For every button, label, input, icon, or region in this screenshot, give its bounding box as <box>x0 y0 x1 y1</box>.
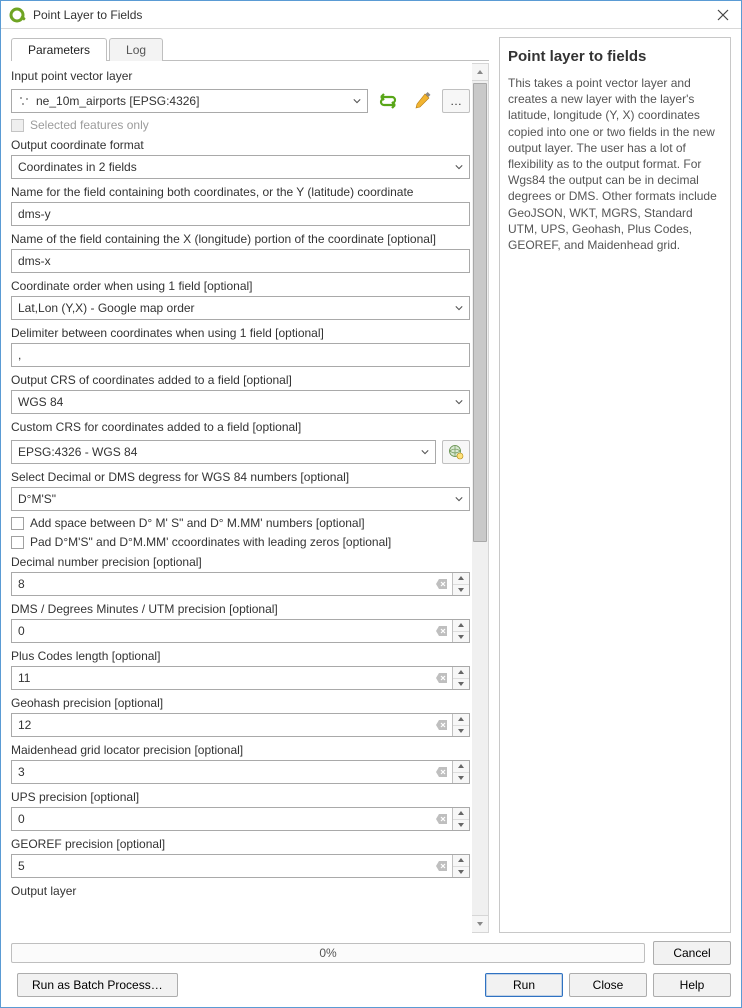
checkbox-icon <box>11 536 24 549</box>
plus-codes-spinbox[interactable]: 11 <box>11 666 470 690</box>
selected-features-checkbox[interactable]: Selected features only <box>11 118 470 132</box>
checkbox-icon <box>11 119 24 132</box>
clear-icon[interactable] <box>432 573 452 595</box>
dms-decimal-combo[interactable]: D°M'S" <box>11 487 470 511</box>
checkbox-icon <box>11 517 24 530</box>
maidenhead-precision-label: Maidenhead grid locator precision [optio… <box>11 743 470 757</box>
cancel-button[interactable]: Cancel <box>653 941 731 965</box>
scroll-track[interactable] <box>472 81 488 915</box>
delimiter-input[interactable]: , <box>11 343 470 367</box>
output-crs-label: Output CRS of coordinates added to a fie… <box>11 373 470 387</box>
pad-zeros-label: Pad D°M'S" and D°M.MM' ccoordinates with… <box>30 535 391 549</box>
iterate-features-button[interactable] <box>374 89 402 113</box>
clear-icon[interactable] <box>432 855 452 877</box>
selected-features-label: Selected features only <box>30 118 149 132</box>
stepper[interactable] <box>452 855 469 877</box>
dms-decimal-label: Select Decimal or DMS degress for WGS 84… <box>11 470 470 484</box>
output-format-label: Output coordinate format <box>11 138 470 152</box>
output-format-combo[interactable]: Coordinates in 2 fields <box>11 155 470 179</box>
coord-order-label: Coordinate order when using 1 field [opt… <box>11 279 470 293</box>
output-layer-label: Output layer <box>11 884 470 898</box>
georef-precision-spinbox[interactable]: 5 <box>11 854 470 878</box>
delimiter-label: Delimiter between coordinates when using… <box>11 326 470 340</box>
stepper[interactable] <box>452 667 469 689</box>
browse-input-button[interactable]: … <box>442 89 470 113</box>
advanced-options-button[interactable] <box>408 89 436 113</box>
progress-bar: 0% <box>11 943 645 963</box>
vertical-scrollbar[interactable] <box>472 63 489 933</box>
scroll-down-icon[interactable] <box>472 915 488 932</box>
clear-icon[interactable] <box>432 667 452 689</box>
input-layer-value: ne_10m_airports [EPSG:4326] <box>36 94 199 108</box>
app-icon <box>9 6 27 24</box>
dms-precision-label: DMS / Degrees Minutes / UTM precision [o… <box>11 602 470 616</box>
clear-icon[interactable] <box>432 714 452 736</box>
geohash-precision-label: Geohash precision [optional] <box>11 696 470 710</box>
chevron-down-icon <box>455 495 463 503</box>
select-crs-button[interactable] <box>442 440 470 464</box>
x-field-name-label: Name of the field containing the X (long… <box>11 232 470 246</box>
add-space-label: Add space between D° M' S" and D° M.MM' … <box>30 516 365 530</box>
tab-bar: Parameters Log <box>11 37 489 61</box>
clear-icon[interactable] <box>432 761 452 783</box>
help-text: This takes a point vector layer and crea… <box>508 75 722 253</box>
parameters-panel: Input point vector layer ne_10m_airports… <box>11 63 472 933</box>
ups-precision-label: UPS precision [optional] <box>11 790 470 804</box>
decimal-precision-label: Decimal number precision [optional] <box>11 555 470 569</box>
stepper[interactable] <box>452 620 469 642</box>
custom-crs-value: EPSG:4326 - WGS 84 <box>18 445 137 459</box>
chevron-down-icon <box>353 97 361 105</box>
help-title: Point layer to fields <box>508 48 722 65</box>
input-layer-combo[interactable]: ne_10m_airports [EPSG:4326] <box>11 89 368 113</box>
dms-precision-spinbox[interactable]: 0 <box>11 619 470 643</box>
dms-decimal-value: D°M'S" <box>18 492 56 506</box>
output-crs-combo[interactable]: WGS 84 <box>11 390 470 414</box>
output-crs-value: WGS 84 <box>18 395 63 409</box>
geohash-precision-spinbox[interactable]: 12 <box>11 713 470 737</box>
chevron-down-icon <box>421 448 429 456</box>
chevron-down-icon <box>455 304 463 312</box>
stepper[interactable] <box>452 808 469 830</box>
y-field-name-input[interactable]: dms-y <box>11 202 470 226</box>
help-button[interactable]: Help <box>653 973 731 997</box>
content-area: Parameters Log Input point vector layer … <box>1 29 741 933</box>
chevron-down-icon <box>455 398 463 406</box>
scroll-up-icon[interactable] <box>472 64 488 81</box>
clear-icon[interactable] <box>432 808 452 830</box>
input-layer-label: Input point vector layer <box>11 69 470 83</box>
points-icon <box>18 95 30 107</box>
chevron-down-icon <box>455 163 463 171</box>
georef-precision-label: GEOREF precision [optional] <box>11 837 470 851</box>
dialog-window: Point Layer to Fields Parameters Log Inp… <box>0 0 742 1008</box>
tab-parameters[interactable]: Parameters <box>11 38 107 61</box>
titlebar: Point Layer to Fields <box>1 1 741 29</box>
close-button[interactable]: Close <box>569 973 647 997</box>
window-title: Point Layer to Fields <box>33 8 705 22</box>
ups-precision-spinbox[interactable]: 0 <box>11 807 470 831</box>
coord-order-combo[interactable]: Lat,Lon (Y,X) - Google map order <box>11 296 470 320</box>
run-button[interactable]: Run <box>485 973 563 997</box>
plus-codes-label: Plus Codes length [optional] <box>11 649 470 663</box>
close-window-button[interactable] <box>705 1 741 29</box>
scroll-thumb[interactable] <box>473 83 487 542</box>
help-panel: Point layer to fields This takes a point… <box>499 37 731 933</box>
x-field-name-input[interactable]: dms-x <box>11 249 470 273</box>
custom-crs-label: Custom CRS for coordinates added to a fi… <box>11 420 470 434</box>
y-field-name-label: Name for the field containing both coord… <box>11 185 470 199</box>
pad-zeros-checkbox[interactable]: Pad D°M'S" and D°M.MM' ccoordinates with… <box>11 535 470 549</box>
add-space-checkbox[interactable]: Add space between D° M' S" and D° M.MM' … <box>11 516 470 530</box>
left-pane: Parameters Log Input point vector layer … <box>11 37 489 933</box>
coord-order-value: Lat,Lon (Y,X) - Google map order <box>18 301 195 315</box>
stepper[interactable] <box>452 714 469 736</box>
output-format-value: Coordinates in 2 fields <box>18 160 137 174</box>
maidenhead-precision-spinbox[interactable]: 3 <box>11 760 470 784</box>
stepper[interactable] <box>452 573 469 595</box>
tab-log[interactable]: Log <box>109 38 163 61</box>
decimal-precision-spinbox[interactable]: 8 <box>11 572 470 596</box>
stepper[interactable] <box>452 761 469 783</box>
bottom-bar: 0% Cancel Run as Batch Process… Run Clos… <box>1 933 741 1007</box>
custom-crs-combo[interactable]: EPSG:4326 - WGS 84 <box>11 440 436 464</box>
clear-icon[interactable] <box>432 620 452 642</box>
run-batch-button[interactable]: Run as Batch Process… <box>17 973 178 997</box>
